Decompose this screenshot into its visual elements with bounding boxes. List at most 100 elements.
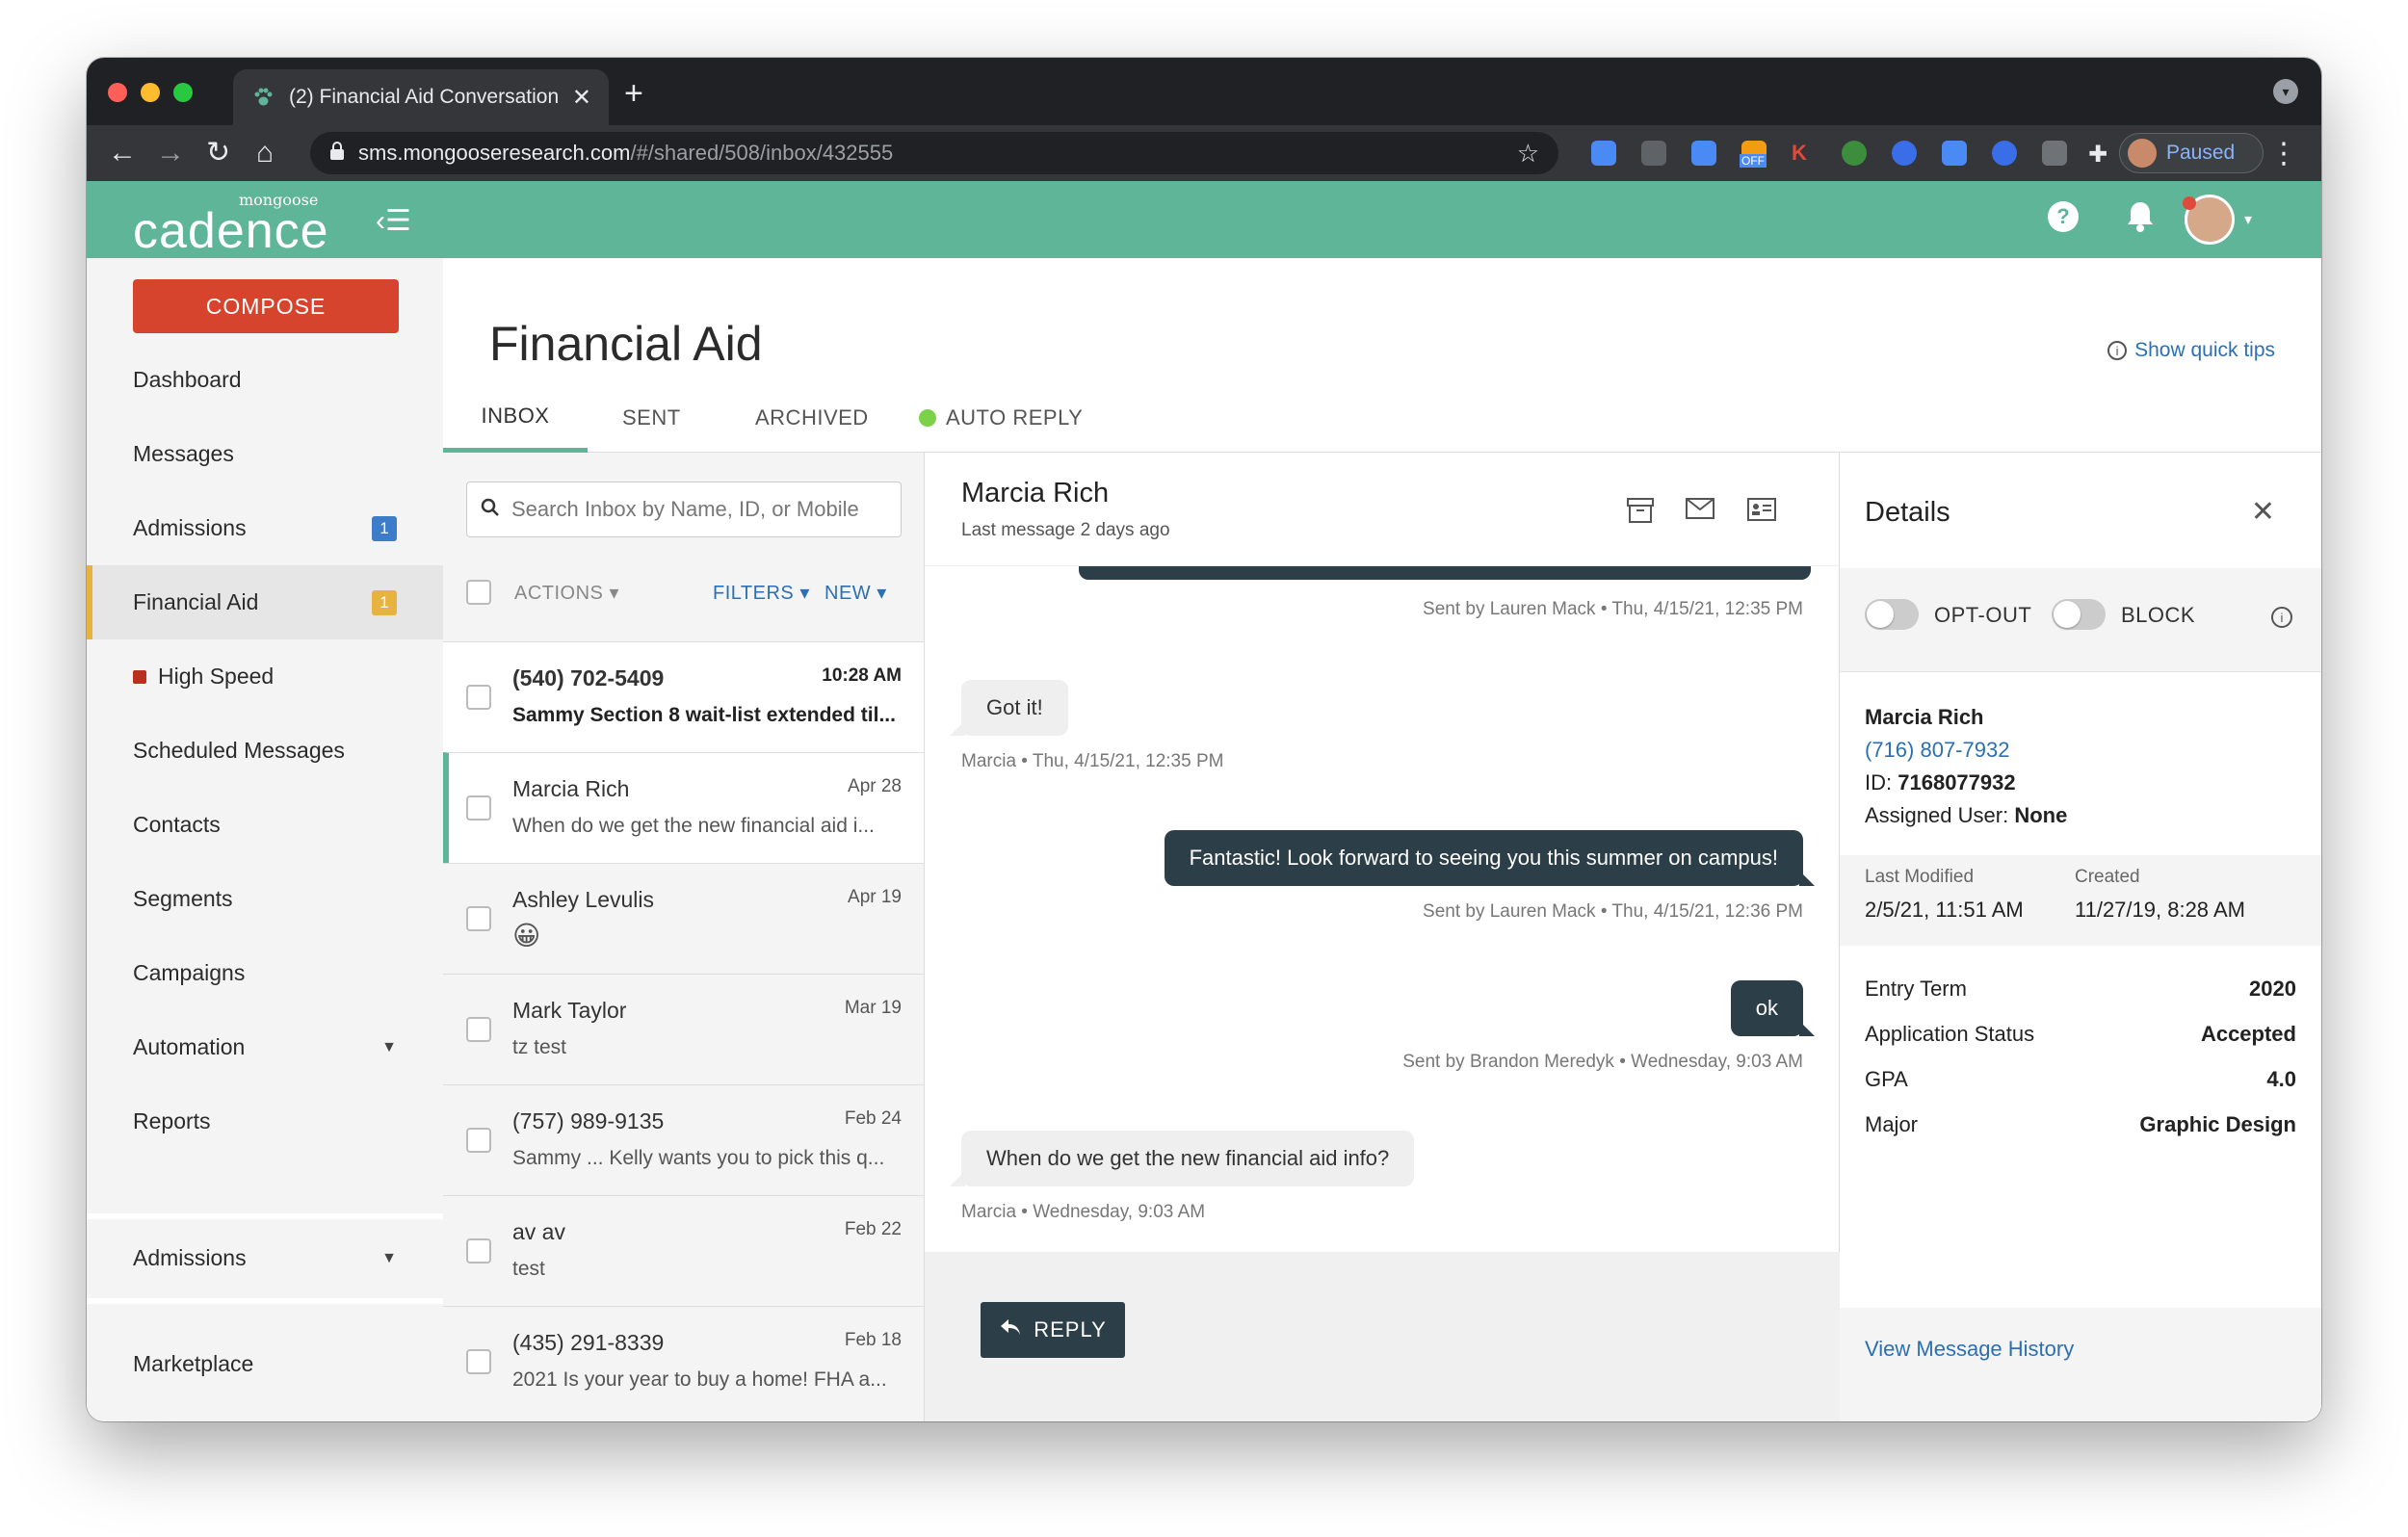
extension-shield-icon[interactable]: [1992, 141, 2017, 166]
extension-k-icon[interactable]: K: [1792, 141, 1817, 166]
notification-bell-icon[interactable]: [2123, 200, 2158, 235]
back-icon[interactable]: ←: [108, 137, 137, 169]
sidebar-item-scheduled-messages[interactable]: Scheduled Messages: [87, 714, 443, 788]
tab-search-icon[interactable]: ▾: [2273, 79, 2298, 104]
app-header: mongoose cadence ‹☰ ? ▾: [87, 181, 2321, 259]
actions-dropdown[interactable]: ACTIONS ▾: [514, 581, 619, 605]
extension-chat-icon[interactable]: [1942, 141, 1967, 166]
tab-auto-reply[interactable]: AUTO REPLY: [919, 383, 1083, 453]
sidebar-item-admissions[interactable]: Admissions 1: [87, 491, 443, 565]
list-item[interactable]: (435) 291-8339 Feb 18 2021 Is your year …: [443, 1306, 924, 1417]
attribute-value: Accepted: [2200, 1022, 2296, 1046]
sidebar-item-reports[interactable]: Reports: [87, 1084, 443, 1159]
contact-card-icon[interactable]: [1745, 497, 1778, 524]
message-meta: Sent by Brandon Meredyk • Wednesday, 9:0…: [1402, 1052, 1803, 1072]
contact-id-line: ID: 7168077932: [1865, 770, 2016, 795]
extensions-puzzle-icon[interactable]: ✚: [2088, 141, 2113, 168]
minimize-window-button[interactable]: [141, 83, 160, 102]
conversation-time: 10:28 AM: [822, 665, 902, 686]
attribute-row: Major Graphic Design: [1865, 1112, 2296, 1137]
list-item[interactable]: (540) 702-5409 10:28 AM Sammy Section 8 …: [443, 641, 924, 752]
extension-chart-icon[interactable]: [1641, 141, 1666, 166]
forward-icon[interactable]: →: [156, 137, 185, 169]
help-icon[interactable]: ?: [2046, 200, 2081, 235]
close-window-button[interactable]: [108, 83, 127, 102]
row-checkbox[interactable]: [466, 1349, 491, 1374]
block-toggle[interactable]: [2052, 599, 2106, 630]
opt-out-toggle[interactable]: [1865, 599, 1919, 630]
address-bar[interactable]: sms.mongooseresearch.com/#/shared/508/in…: [310, 132, 1558, 174]
new-dropdown[interactable]: NEW ▾: [824, 581, 887, 605]
sidebar-divider: [87, 1213, 443, 1219]
extension-arrow-icon[interactable]: [1892, 141, 1917, 166]
list-item[interactable]: Mark Taylor Mar 19 tz test: [443, 974, 924, 1084]
details-title: Details: [1865, 497, 1950, 528]
browser-menu-icon[interactable]: ⋮: [2269, 137, 2298, 170]
new-tab-button[interactable]: +: [624, 75, 643, 113]
list-item[interactable]: (757) 989-9135 Feb 24 Sammy ... Kelly wa…: [443, 1084, 924, 1195]
reply-button[interactable]: REPLY: [981, 1302, 1125, 1358]
sidebar-item-campaigns[interactable]: Campaigns: [87, 936, 443, 1010]
row-checkbox[interactable]: [466, 1238, 491, 1263]
info-icon[interactable]: i: [2271, 607, 2292, 628]
sidebar-item-automation[interactable]: Automation ▼: [87, 1010, 443, 1084]
tab-archived[interactable]: ARCHIVED: [755, 383, 869, 453]
conversation-snippet: tz test: [512, 1036, 567, 1058]
extension-zoom-icon[interactable]: [1591, 141, 1616, 166]
sidebar-item-admissions-switcher[interactable]: Admissions ▼: [87, 1221, 443, 1295]
row-checkbox[interactable]: [466, 1017, 491, 1042]
logo-big-text: cadence: [133, 203, 329, 259]
close-tab-icon[interactable]: ✕: [572, 84, 591, 112]
email-icon[interactable]: [1684, 497, 1716, 524]
profile-button[interactable]: Paused: [2119, 133, 2264, 173]
tab-sent[interactable]: SENT: [622, 383, 681, 453]
sidebar-item-dashboard[interactable]: Dashboard: [87, 343, 443, 417]
sidebar-item-high-speed[interactable]: High Speed: [87, 639, 443, 714]
assigned-user-line: Assigned User: None: [1865, 803, 2067, 828]
list-item[interactable]: Marcia Rich Apr 28 When do we get the ne…: [443, 752, 924, 863]
view-message-history-link[interactable]: View Message History: [1865, 1337, 2074, 1362]
show-quick-tips-link[interactable]: i Show quick tips: [2107, 339, 2275, 362]
reload-icon[interactable]: ↻: [206, 137, 230, 169]
maximize-window-button[interactable]: [173, 83, 193, 102]
sidebar-item-contacts[interactable]: Contacts: [87, 788, 443, 862]
reply-arrow-icon: [999, 1317, 1022, 1342]
sidebar-item-marketplace[interactable]: Marketplace: [87, 1327, 443, 1401]
thread-header: Marcia Rich Last message 2 days ago: [925, 453, 1840, 566]
sidebar-item-messages[interactable]: Messages: [87, 417, 443, 491]
extension-off-icon[interactable]: OFF: [1740, 141, 1767, 168]
compose-button[interactable]: COMPOSE: [133, 279, 399, 333]
bookmark-star-icon[interactable]: ☆: [1517, 139, 1539, 169]
row-checkbox[interactable]: [466, 906, 491, 931]
attribute-label: Entry Term: [1865, 977, 1967, 1001]
chevron-down-icon[interactable]: ▾: [2244, 210, 2252, 229]
row-checkbox[interactable]: [466, 1128, 491, 1153]
archive-icon[interactable]: [1624, 497, 1657, 524]
collapse-sidebar-icon[interactable]: ‹☰: [376, 204, 411, 238]
extension-green-icon[interactable]: [1842, 141, 1867, 166]
close-icon[interactable]: ✕: [2251, 495, 2275, 529]
tab-inbox[interactable]: INBOX: [443, 383, 588, 453]
home-icon[interactable]: ⌂: [256, 137, 274, 169]
reply-area: REPLY: [925, 1252, 1840, 1421]
sidebar-item-financial-aid[interactable]: Financial Aid 1: [87, 565, 443, 639]
filters-dropdown[interactable]: FILTERS ▾: [713, 581, 810, 605]
contact-phone-link[interactable]: (716) 807-7932: [1865, 738, 2009, 763]
browser-tab-active[interactable]: (2) Financial Aid Conversation ✕: [233, 69, 609, 125]
extension-reader-icon[interactable]: [1691, 141, 1716, 166]
sidebar-item-label: Admissions: [133, 1245, 247, 1270]
row-checkbox[interactable]: [466, 685, 491, 710]
search-input[interactable]: [511, 497, 877, 522]
sidebar-item-segments[interactable]: Segments: [87, 862, 443, 936]
reply-label: REPLY: [1034, 1317, 1107, 1342]
select-all-checkbox[interactable]: [466, 580, 491, 605]
extension-ublock-icon[interactable]: [2042, 141, 2067, 166]
list-item[interactable]: av av Feb 22 test: [443, 1195, 924, 1306]
info-icon: i: [2107, 341, 2128, 360]
conversation-time: Apr 28: [848, 776, 902, 796]
list-item[interactable]: Ashley Levulis Apr 19 😀: [443, 863, 924, 974]
sidebar-item-label: Messages: [133, 441, 234, 466]
row-checkbox[interactable]: [466, 795, 491, 821]
message-list: Sent by Lauren Mack • Thu, 4/15/21, 12:3…: [925, 566, 1840, 1252]
message-meta: Marcia • Wednesday, 9:03 AM: [961, 1202, 1206, 1222]
